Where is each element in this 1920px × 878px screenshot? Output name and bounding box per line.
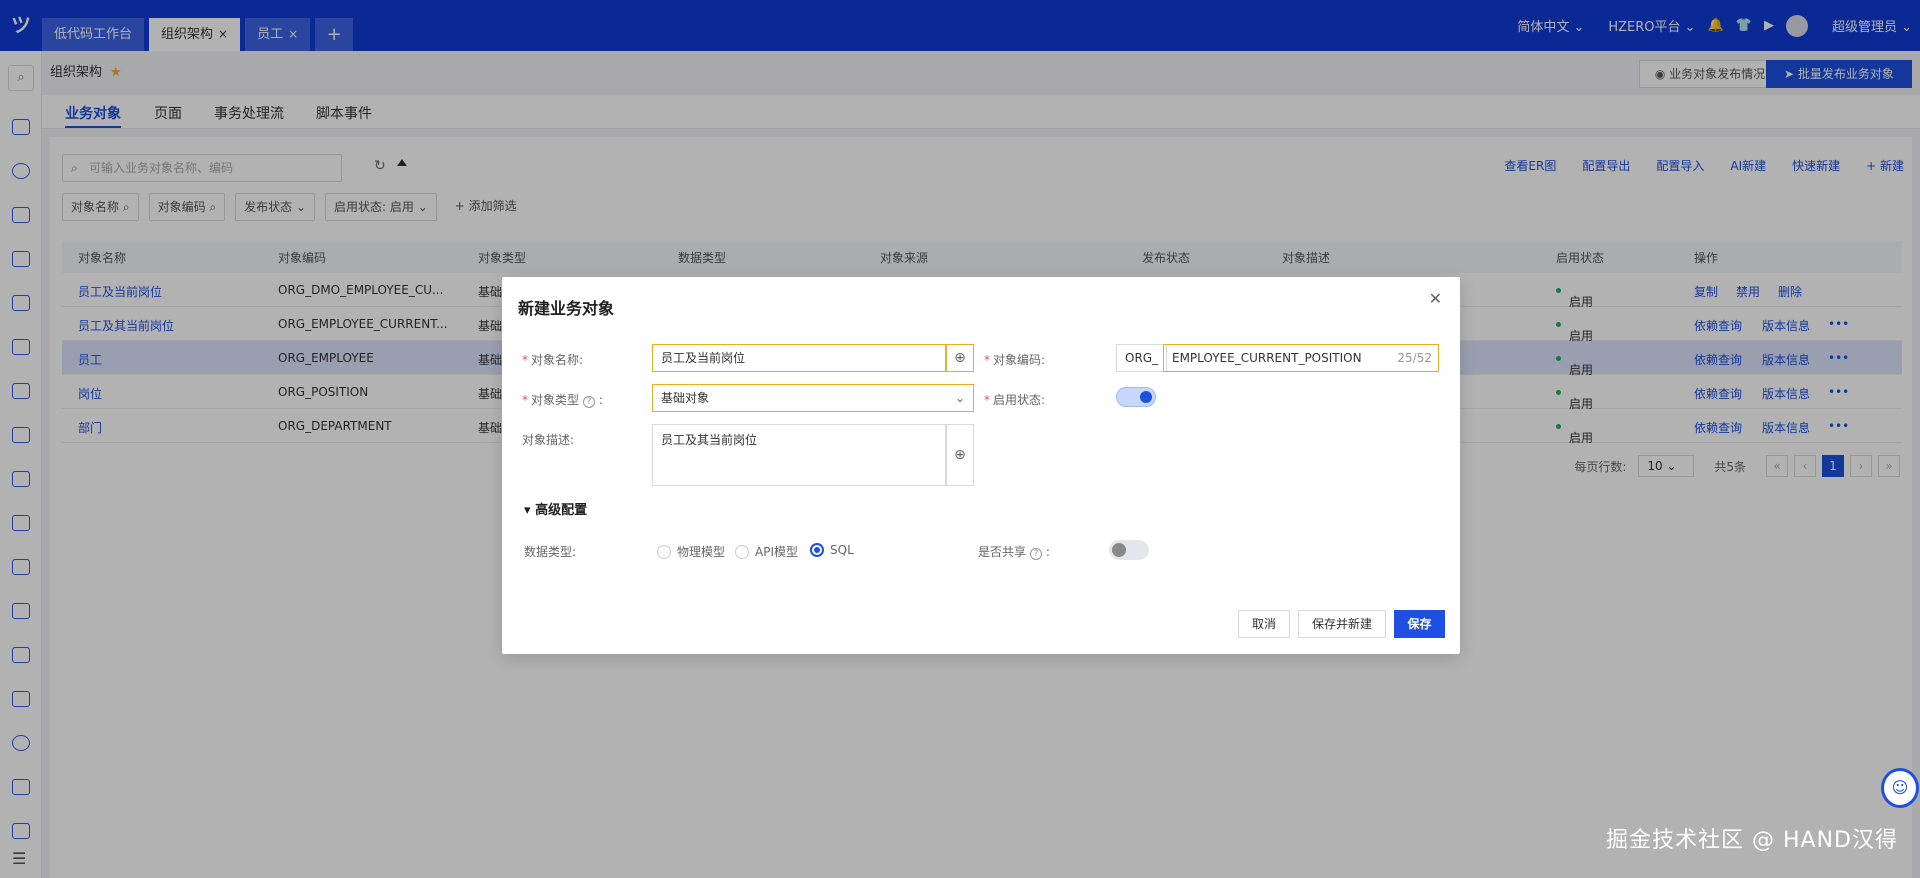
toggle-knob [1112, 543, 1126, 557]
code-value: EMPLOYEE_CURRENT_POSITION [1172, 351, 1362, 365]
radio-label: SQL [830, 543, 854, 557]
radio-sql[interactable]: SQL [810, 543, 854, 557]
chevron-down-icon: ⌄ [954, 391, 965, 405]
object-name-input[interactable]: 员工及当前岗位 [652, 344, 946, 372]
save-and-new-button[interactable]: 保存并新建 [1298, 610, 1386, 638]
globe-icon[interactable]: ⊕ [946, 424, 974, 486]
enable-status-toggle[interactable] [1116, 387, 1156, 407]
label-text: 是否共享 [978, 545, 1027, 559]
char-count: 25/52 [1397, 351, 1432, 365]
toggle-knob [1140, 391, 1152, 403]
save-button[interactable]: 保存 [1394, 610, 1445, 638]
advanced-label: 高级配置 [535, 503, 588, 518]
data-type-label: 数据类型: [524, 545, 577, 559]
description-label: 对象描述: [522, 433, 575, 447]
object-type-label: * 对象类型? : [522, 393, 603, 408]
watermark: 掘金技术社区 @ HAND汉得 [1606, 828, 1898, 853]
radio-label: 物理模型 [677, 545, 726, 559]
radio-label: API模型 [755, 545, 798, 559]
code-prefix: ORG_ [1116, 344, 1168, 372]
select-value: 基础对象 [661, 391, 710, 405]
help-chat-icon[interactable]: ☺ [1881, 768, 1919, 808]
radio-api-model[interactable]: API模型 [735, 543, 798, 560]
shared-label: 是否共享? : [978, 545, 1050, 560]
object-type-select[interactable]: 基础对象 ⌄ [652, 384, 974, 412]
label-text: 对象编码: [993, 353, 1046, 367]
object-code-label: * 对象编码: [984, 353, 1046, 367]
globe-icon[interactable]: ⊕ [946, 344, 974, 372]
enable-status-label: * 启用状态: [984, 393, 1046, 407]
dialog-title: 新建业务对象 [518, 299, 615, 318]
object-name-label: * 对象名称: [522, 353, 584, 367]
advanced-config-toggle[interactable]: ▾ 高级配置 [524, 499, 587, 518]
help-icon[interactable]: ? [583, 396, 596, 408]
close-icon[interactable]: ✕ [1429, 289, 1442, 308]
radio-circle [657, 544, 671, 559]
label-text: 对象名称: [531, 353, 584, 367]
help-icon[interactable]: ? [1030, 548, 1043, 560]
shared-toggle[interactable] [1109, 540, 1149, 560]
radio-physical-model[interactable]: 物理模型 [657, 543, 725, 560]
cancel-button[interactable]: 取消 [1238, 610, 1290, 638]
radio-circle [735, 544, 749, 559]
radio-circle [810, 543, 824, 557]
label-text: 对象类型 [531, 393, 580, 407]
create-business-object-dialog: 新建业务对象 ✕ * 对象名称: 员工及当前岗位 ⊕ * 对象编码: ORG_ EM… [502, 277, 1460, 654]
object-code-input[interactable]: EMPLOYEE_CURRENT_POSITION 25/52 [1163, 344, 1439, 372]
label-text: 启用状态: [993, 393, 1046, 407]
description-textarea[interactable]: 员工及其当前岗位 [652, 424, 946, 486]
